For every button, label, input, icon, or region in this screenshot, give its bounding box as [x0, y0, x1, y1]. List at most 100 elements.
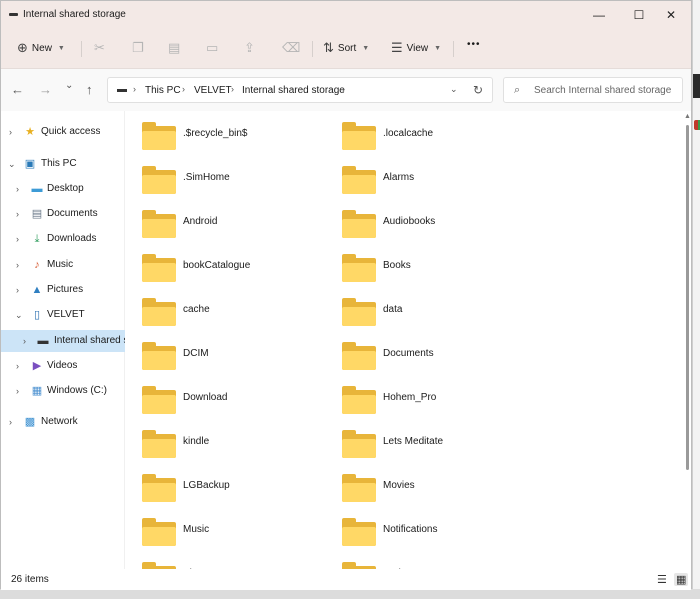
folder-icon: [342, 474, 376, 504]
sidebar-item-videos[interactable]: › ▶ Videos: [1, 355, 125, 377]
status-bar: 26 items ☰ ▦: [1, 569, 691, 590]
search-box[interactable]: ⌕ Search Internal shared storage: [503, 77, 683, 103]
downloads-icon: ⤓: [34, 233, 40, 245]
folder-item[interactable]: Notifications: [326, 510, 516, 550]
folder-item[interactable]: LGBackup: [126, 466, 316, 506]
chevron-right-icon[interactable]: ›: [23, 336, 26, 346]
sort-button[interactable]: ⇅ Sort ▼: [323, 40, 369, 56]
network-icon: ▩: [24, 416, 36, 428]
folder-item[interactable]: Audiobooks: [326, 202, 516, 242]
details-view-button[interactable]: ☰: [657, 573, 667, 586]
chevron-right-icon[interactable]: ›: [16, 234, 19, 244]
folder-icon: [142, 474, 176, 504]
chevron-right-icon[interactable]: ›: [182, 84, 185, 94]
folder-item[interactable]: .$recycle_bin$: [126, 114, 316, 154]
folder-item[interactable]: data: [326, 290, 516, 330]
tiles-view-button[interactable]: ▦: [674, 573, 689, 586]
item-count: 26 items: [11, 574, 49, 585]
rename-button[interactable]: ▭: [206, 40, 218, 56]
cut-button[interactable]: ✂: [94, 40, 105, 56]
folder-item[interactable]: Pictures: [126, 554, 316, 569]
folder-name: Hohem_Pro: [383, 392, 437, 403]
folder-item[interactable]: Podcasts: [326, 554, 516, 569]
folder-item[interactable]: Hohem_Pro: [326, 378, 516, 418]
view-button[interactable]: ☰ View ▼: [391, 40, 441, 56]
back-button[interactable]: ←: [11, 82, 24, 97]
folder-item[interactable]: Download: [126, 378, 316, 418]
plus-circle-icon: ⊕: [17, 40, 28, 55]
paste-button[interactable]: ▤: [168, 40, 180, 56]
folder-icon: [342, 298, 376, 328]
folder-item[interactable]: Books: [326, 246, 516, 286]
scroll-thumb[interactable]: [686, 125, 689, 470]
vertical-scrollbar[interactable]: ▲: [684, 113, 691, 470]
sidebar-item-downloads[interactable]: › ⤓ Downloads: [1, 228, 125, 250]
forward-button[interactable]: →: [39, 82, 52, 97]
chevron-down-icon[interactable]: ⌄: [8, 159, 16, 170]
sidebar-item-this-pc[interactable]: ⌄ ▣ This PC: [1, 153, 125, 175]
sidebar-item-velvet[interactable]: ⌄ ▯ VELVET: [1, 304, 125, 326]
folder-item[interactable]: .localcache: [326, 114, 516, 154]
refresh-button[interactable]: ↻: [473, 83, 483, 97]
sidebar-item-music[interactable]: › ♪ Music: [1, 254, 125, 276]
breadcrumb-internal-shared-storage[interactable]: Internal shared storage: [242, 85, 345, 96]
sidebar-item-label: Pictures: [47, 284, 84, 295]
sidebar-item-label: Documents: [47, 208, 98, 219]
chevron-right-icon[interactable]: ›: [342, 84, 345, 94]
folder-icon: [142, 254, 176, 284]
chevron-right-icon[interactable]: ›: [9, 127, 12, 137]
sidebar-item-windows-c[interactable]: › ▦ Windows (C:): [1, 380, 125, 402]
copy-icon: ❐: [132, 40, 144, 55]
more-options-button[interactable]: •••: [467, 39, 481, 50]
sidebar-item-pictures[interactable]: › ▲ Pictures: [1, 279, 125, 301]
address-bar[interactable]: › This PC › VELVET › Internal shared sto…: [107, 77, 493, 103]
folder-item[interactable]: Alarms: [326, 158, 516, 198]
breadcrumb-this-pc[interactable]: This PC: [145, 85, 181, 96]
up-button[interactable]: ↑: [86, 82, 93, 97]
search-input[interactable]: Search Internal shared storage: [534, 85, 671, 96]
share-button[interactable]: ⇪: [244, 40, 255, 56]
delete-button[interactable]: ⌫: [282, 40, 300, 56]
folder-item[interactable]: Lets Meditate: [326, 422, 516, 462]
sidebar-item-documents[interactable]: › ▤ Documents: [1, 203, 125, 225]
chevron-right-icon[interactable]: ›: [16, 209, 19, 219]
folder-name: LGBackup: [183, 480, 230, 491]
folder-name: Books: [383, 260, 411, 271]
chevron-right-icon[interactable]: ›: [9, 417, 12, 427]
address-dropdown-button[interactable]: ⌄: [450, 84, 458, 95]
chevron-right-icon[interactable]: ›: [16, 386, 19, 396]
chevron-right-icon[interactable]: ›: [16, 260, 19, 270]
minimize-button[interactable]: —: [579, 1, 619, 29]
folder-item[interactable]: .SimHome: [126, 158, 316, 198]
sidebar-item-desktop[interactable]: › ▬ Desktop: [1, 178, 125, 200]
folder-item[interactable]: bookCatalogue: [126, 246, 316, 286]
chevron-right-icon[interactable]: ›: [16, 184, 19, 194]
folder-item[interactable]: Movies: [326, 466, 516, 506]
folder-item[interactable]: Documents: [326, 334, 516, 374]
folder-item[interactable]: kindle: [126, 422, 316, 462]
folder-item[interactable]: DCIM: [126, 334, 316, 374]
chevron-right-icon[interactable]: ›: [16, 361, 19, 371]
folder-name: .SimHome: [183, 172, 230, 183]
sidebar-item-label: Videos: [47, 360, 78, 371]
close-button[interactable]: ✕: [651, 1, 691, 29]
title-bar[interactable]: Internal shared storage — ☐ ✕: [1, 1, 691, 29]
folder-item[interactable]: Music: [126, 510, 316, 550]
background-app-toolbar: [693, 74, 700, 98]
chevron-right-icon[interactable]: ›: [16, 285, 19, 295]
sidebar-item-network[interactable]: › ▩ Network: [1, 411, 125, 433]
search-icon: ⌕: [514, 84, 521, 96]
sidebar-item-label: This PC: [41, 158, 77, 169]
sidebar-item-internal-shared-storage[interactable]: › ▬ Internal shared storage: [1, 330, 125, 352]
chevron-right-icon[interactable]: ›: [133, 84, 136, 94]
sidebar-item-quick-access[interactable]: › ★ Quick access: [1, 121, 125, 143]
chevron-right-icon[interactable]: ›: [231, 84, 234, 94]
breadcrumb-velvet[interactable]: VELVET: [194, 85, 232, 96]
scroll-up-arrow[interactable]: ▲: [684, 113, 691, 120]
folder-item[interactable]: cache: [126, 290, 316, 330]
copy-button[interactable]: ❐: [132, 40, 144, 56]
chevron-down-icon[interactable]: ⌄: [15, 310, 23, 321]
folder-item[interactable]: Android: [126, 202, 316, 242]
new-button[interactable]: ⊕ New ▼: [17, 40, 65, 56]
recent-locations-button[interactable]: ⌄: [65, 80, 73, 91]
